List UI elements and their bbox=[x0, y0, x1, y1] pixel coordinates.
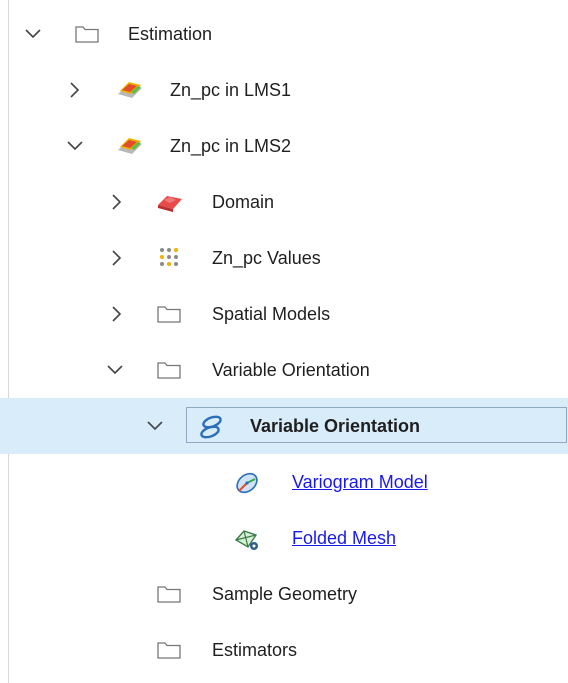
tree-item-label: Spatial Models bbox=[212, 304, 331, 324]
tree-item-label: Sample Geometry bbox=[212, 584, 358, 604]
tree-item-estimation[interactable]: Estimation bbox=[0, 6, 568, 62]
tree-item-label: Variable Orientation bbox=[212, 360, 370, 380]
tree-item-variable-orientation[interactable]: Variable Orientation bbox=[0, 398, 568, 454]
variogram-model-link[interactable]: Variogram Model bbox=[292, 471, 428, 493]
tree-item-label: Domain bbox=[212, 192, 275, 212]
tree-item-zn-lms2[interactable]: Zn_pc in LMS2 bbox=[0, 118, 568, 174]
tree-item-label: Zn_pc in LMS1 bbox=[170, 80, 292, 100]
tree-item-zn-lms1[interactable]: Zn_pc in LMS1 bbox=[0, 62, 568, 118]
tree-item-zn-values[interactable]: Zn_pc Values bbox=[0, 230, 568, 286]
tree-item-label: Estimation bbox=[128, 24, 213, 44]
tree-item-spatial-models[interactable]: Spatial Models bbox=[0, 286, 568, 342]
chevron-right-icon[interactable] bbox=[108, 305, 126, 323]
tree-item-variable-orientation-folder[interactable]: Variable Orientation bbox=[0, 342, 568, 398]
folder-icon bbox=[74, 22, 99, 46]
tree-item-variogram-model[interactable]: Variogram Model bbox=[0, 454, 568, 510]
chevron-down-icon[interactable] bbox=[106, 361, 124, 379]
variogram-icon bbox=[234, 470, 258, 494]
tree-item-label: Estimators bbox=[212, 640, 298, 660]
folder-icon bbox=[156, 582, 181, 606]
chevron-right-icon[interactable] bbox=[108, 249, 126, 267]
folded-mesh-icon bbox=[234, 526, 258, 550]
tree-item-sample-geometry[interactable]: Sample Geometry bbox=[0, 566, 568, 622]
folder-icon bbox=[156, 302, 181, 326]
variable-orientation-icon bbox=[198, 414, 222, 439]
chevron-down-icon[interactable] bbox=[24, 25, 42, 43]
tree-item-label: Variable Orientation bbox=[250, 416, 421, 436]
tree-item-label: Zn_pc Values bbox=[212, 248, 321, 268]
points-icon bbox=[158, 246, 182, 270]
chevron-down-icon[interactable] bbox=[146, 417, 164, 435]
tree-item-folded-mesh[interactable]: Folded Mesh bbox=[0, 510, 568, 566]
chevron-right-icon[interactable] bbox=[66, 81, 84, 99]
tree-item-domain[interactable]: Domain bbox=[0, 174, 568, 230]
domain-icon bbox=[156, 190, 182, 214]
chevron-down-icon[interactable] bbox=[66, 137, 84, 155]
tree-item-label: Zn_pc in LMS2 bbox=[170, 136, 292, 156]
folded-mesh-link[interactable]: Folded Mesh bbox=[292, 527, 396, 549]
chevron-right-icon[interactable] bbox=[108, 193, 126, 211]
tree-item-estimators[interactable]: Estimators bbox=[0, 622, 568, 678]
block-model-icon bbox=[116, 78, 142, 102]
folder-icon bbox=[156, 638, 181, 662]
block-model-icon bbox=[116, 134, 142, 158]
folder-icon bbox=[156, 358, 181, 382]
